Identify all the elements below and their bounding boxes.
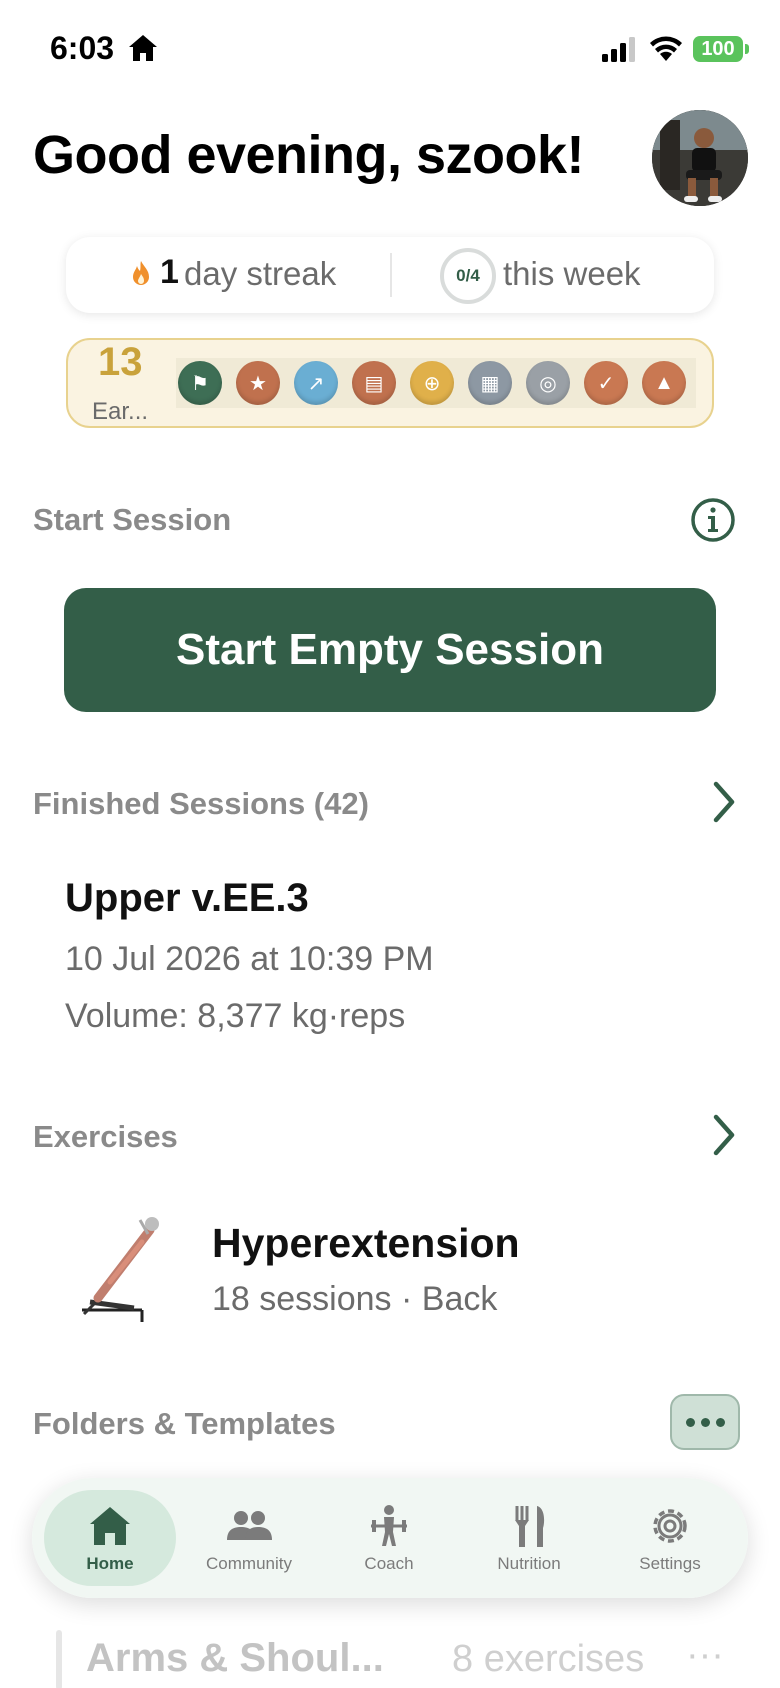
tab-home[interactable]: Home (44, 1490, 176, 1586)
community-icon (227, 1511, 272, 1540)
tab-community[interactable]: Community (183, 1490, 315, 1586)
bullseye-badge-icon: ◎ (526, 361, 570, 405)
arrow-badge-icon: ↗ (294, 361, 338, 405)
cellular-signal-icon (602, 37, 635, 62)
status-time: 6:03 (50, 30, 115, 66)
home-icon (90, 1507, 130, 1545)
flame-icon (133, 261, 149, 285)
session-volume: Volume: 8,377 kg·reps (65, 997, 406, 1035)
tab-label: Home (86, 1554, 134, 1573)
home-status-icon (129, 35, 157, 61)
target-badge-icon: ⊕ (410, 361, 454, 405)
start-empty-session-button[interactable]: Start Empty Session (64, 588, 716, 712)
nutrition-icon (515, 1506, 545, 1547)
exercise-meta: 18 sessions · Back (212, 1280, 498, 1318)
info-icon[interactable] (690, 497, 736, 543)
week-label: this week (503, 255, 641, 292)
badge-caption: Ear... (92, 398, 149, 425)
week-progress-ring: 0/4 (440, 248, 496, 304)
star-badge-icon: ★ (236, 361, 280, 405)
lifter-badge-icon: ⚑ (178, 361, 222, 405)
avatar-photo (652, 110, 748, 206)
more-dot (700, 1417, 710, 1427)
template-row[interactable]: Arms & Shoul... 8 exercises ··· (56, 1626, 746, 1688)
session-date: 10 Jul 2026 at 10:39 PM (65, 940, 434, 978)
weight-badge-icon: ▲ (642, 361, 686, 405)
hyperextension-illustration (82, 1217, 159, 1322)
session-name: Upper v.EE.3 (65, 876, 309, 920)
more-dot (715, 1417, 725, 1427)
chevron-right-icon[interactable] (710, 780, 738, 824)
tab-label: Community (206, 1554, 292, 1573)
folders-templates-title: Folders & Templates (33, 1406, 336, 1441)
tab-label: Coach (364, 1554, 414, 1573)
finished-sessions-title[interactable]: Finished Sessions (42) (33, 786, 369, 822)
streak-label: day streak (184, 255, 337, 292)
calendar-badge-icon: ▦ (468, 361, 512, 405)
tab-label: Nutrition (497, 1554, 561, 1573)
coach-icon (371, 1505, 407, 1546)
battery-indicator: 100 (693, 36, 749, 62)
tab-nutrition[interactable]: Nutrition (463, 1490, 595, 1586)
start-session-title: Start Session (33, 502, 232, 537)
chevron-right-icon[interactable] (710, 1113, 738, 1157)
badge-count: 13 (98, 340, 143, 384)
map-badge-icon: ▤ (352, 361, 396, 405)
exercise-name: Hyperextension (212, 1220, 520, 1266)
template-accent-bar (56, 1630, 62, 1688)
tab-settings[interactable]: Settings (604, 1490, 736, 1586)
streak-count: 1 (160, 253, 179, 291)
more-dot (685, 1417, 695, 1427)
streak-divider (390, 253, 392, 297)
wifi-icon (650, 36, 682, 61)
template-count: 8 exercises (452, 1638, 645, 1680)
check-badge-icon: ✓ (584, 361, 628, 405)
greeting-title: Good evening, szook! (33, 125, 585, 185)
status-bar: 6:03 100 (0, 0, 780, 100)
template-more-icon[interactable]: ··· (686, 1634, 724, 1677)
exercises-title[interactable]: Exercises (33, 1119, 178, 1155)
settings-icon (653, 1509, 687, 1543)
folders-more-button[interactable] (670, 1394, 740, 1450)
tab-coach[interactable]: Coach (323, 1490, 455, 1586)
template-name: Arms & Shoul... (86, 1636, 384, 1680)
tab-label: Settings (639, 1554, 701, 1573)
avatar[interactable] (652, 110, 748, 206)
